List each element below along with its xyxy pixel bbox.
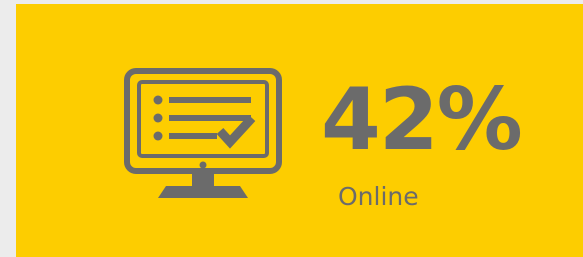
stat-value: 42%: [321, 70, 523, 170]
stat-card: 42% Online: [16, 4, 583, 257]
stat-label: Online: [338, 182, 419, 211]
monitor-checklist-icon: [124, 68, 282, 198]
